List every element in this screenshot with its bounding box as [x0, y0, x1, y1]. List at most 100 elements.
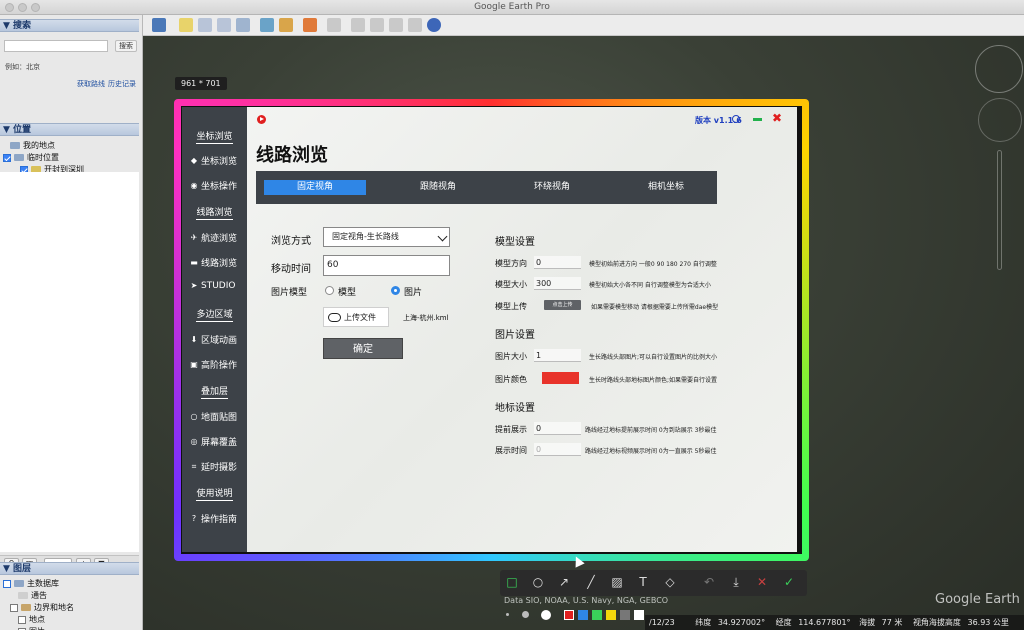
- places-checkbox[interactable]: [18, 615, 26, 624]
- email-icon[interactable]: [351, 18, 365, 32]
- maps-icon[interactable]: [408, 18, 422, 32]
- green-swatch[interactable]: [592, 610, 602, 620]
- radio-model[interactable]: [325, 286, 334, 295]
- search-example: 例如：北京: [5, 63, 40, 71]
- blue-swatch[interactable]: [578, 610, 588, 620]
- image-settings-title: 图片设置: [495, 330, 535, 341]
- advance-show-input[interactable]: 0: [534, 422, 581, 435]
- large-size-dot[interactable]: [541, 610, 551, 620]
- model-size-input[interactable]: 300: [534, 277, 581, 290]
- white-swatch[interactable]: [634, 610, 644, 620]
- sidebar-item-screen[interactable]: ◎ 屏幕覆盖: [190, 435, 238, 448]
- image-size-input[interactable]: 1: [534, 349, 581, 362]
- sidebar-item-track[interactable]: ✈ 航迹浏览: [190, 231, 237, 244]
- yellow-swatch[interactable]: [606, 610, 616, 620]
- download-icon[interactable]: ⤓: [729, 575, 743, 589]
- lat-label: 纬度: [695, 618, 712, 627]
- sidebar-item-studio[interactable]: ➤ STUDIO: [190, 281, 236, 291]
- view-tabs: 固定视角 跟随视角 环绕视角 相机坐标: [256, 171, 717, 204]
- medium-size-dot[interactable]: [522, 611, 529, 618]
- primary-db-checkbox[interactable]: [3, 579, 11, 588]
- look-around-icon[interactable]: [978, 98, 1022, 142]
- gray-swatch[interactable]: [620, 610, 630, 620]
- save-image-icon[interactable]: [389, 18, 403, 32]
- directions-link[interactable]: 获取路线: [77, 79, 105, 89]
- tree-layer-photos[interactable]: 图片: [18, 626, 45, 630]
- path-icon[interactable]: [217, 18, 231, 32]
- undo-icon[interactable]: ↶: [702, 575, 716, 589]
- tree-primary-db[interactable]: 主数据库: [3, 578, 59, 589]
- cancel-icon[interactable]: ✕: [755, 575, 769, 589]
- tab-fixed-view[interactable]: 固定视角: [264, 180, 366, 195]
- mosaic-icon[interactable]: ▨: [610, 575, 624, 589]
- sidebar-item-guide[interactable]: ? 操作指南: [190, 512, 237, 525]
- borders-checkbox[interactable]: [10, 603, 18, 612]
- search-header[interactable]: ▼ 搜索: [0, 19, 139, 32]
- small-size-dot[interactable]: [506, 613, 509, 616]
- close-icon[interactable]: ✖: [772, 112, 782, 124]
- image-color-desc: 生长时路线头部地标图片颜色;如果需要自行设置: [589, 377, 718, 384]
- tree-layer-notices[interactable]: 通告: [18, 590, 47, 601]
- zoom-slider[interactable]: [997, 150, 1002, 270]
- sidebar-item-timelapse[interactable]: ⌗ 延时摄影: [190, 460, 237, 473]
- model-upload-desc: 如果需要模型移动 请根据需要上传所需dae模型: [591, 304, 719, 311]
- confirm-button[interactable]: 确定: [323, 338, 403, 359]
- line-icon[interactable]: ╱: [584, 575, 598, 589]
- image-color-swatch[interactable]: [542, 372, 579, 384]
- show-time-input[interactable]: 0: [534, 443, 581, 456]
- temp-places-checkbox[interactable]: [3, 153, 11, 162]
- sidebar-item-ground[interactable]: ○ 地面贴图: [190, 410, 238, 423]
- polygon-icon[interactable]: [198, 18, 212, 32]
- tab-orbit-view[interactable]: 环绕视角: [501, 180, 603, 195]
- minimize-icon[interactable]: [753, 118, 762, 121]
- upload-file-button[interactable]: 上传文件: [323, 307, 389, 327]
- sun-icon[interactable]: [303, 18, 317, 32]
- search-button[interactable]: 搜索: [115, 40, 137, 52]
- tree-layer-borders[interactable]: 边界和地名: [10, 602, 74, 613]
- compass-icon[interactable]: [975, 45, 1023, 93]
- history-link[interactable]: 历史记录: [108, 79, 136, 89]
- tag-icon[interactable]: ◇: [663, 575, 677, 589]
- confirm-icon[interactable]: ✓: [782, 575, 796, 589]
- tab-follow-view[interactable]: 跟随视角: [387, 180, 489, 195]
- tree-my-places[interactable]: 我的地点: [10, 140, 55, 151]
- layers-header[interactable]: ▼ 图层: [0, 562, 139, 575]
- move-time-input[interactable]: 60: [323, 255, 450, 276]
- text-icon[interactable]: T: [636, 575, 650, 589]
- tree-temp-places[interactable]: 临时位置: [3, 152, 59, 163]
- google-earth-brand: Google Earth: [935, 592, 1020, 607]
- browse-mode-select[interactable]: 固定视角-生长路线: [323, 227, 450, 247]
- record-icon[interactable]: [257, 115, 266, 124]
- globe-icon[interactable]: [427, 18, 441, 32]
- sidebar-toggle-icon[interactable]: [152, 18, 166, 32]
- overlay-icon[interactable]: [236, 18, 250, 32]
- sidebar-group-coord: 坐标浏览: [196, 132, 233, 144]
- left-panel: ▼ 搜索 搜索 例如：北京 获取路线 历史记录 ▼ 位置 我的地点 临时位置 开…: [0, 15, 143, 630]
- radio-image[interactable]: [391, 286, 400, 295]
- sidebar-item-coord-op[interactable]: ◉ 坐标操作: [190, 179, 238, 192]
- tree-layer-places[interactable]: 地点: [18, 614, 45, 625]
- model-size-desc: 模型初始大小各不同 自行调整模型为合适大小: [589, 282, 711, 289]
- placemark-icon[interactable]: [179, 18, 193, 32]
- places-header[interactable]: ▼ 位置: [0, 123, 139, 136]
- print-icon[interactable]: [370, 18, 384, 32]
- info-icon[interactable]: [732, 115, 740, 123]
- history-icon[interactable]: [279, 18, 293, 32]
- alt-label: 海拔: [859, 618, 876, 627]
- annotation-toolbar: □ ○ ↗ ╱ ▨ T ◇ ↶ ⤓ ✕ ✓: [500, 570, 807, 596]
- ellipse-icon[interactable]: ○: [531, 575, 545, 589]
- ruler-icon[interactable]: [327, 18, 341, 32]
- tab-camera-coord[interactable]: 相机坐标: [615, 180, 717, 195]
- sidebar-item-route[interactable]: ▬ 线路浏览: [190, 256, 237, 269]
- search-input[interactable]: [4, 40, 108, 52]
- sidebar-item-area-anim[interactable]: ⬇ 区域动画: [190, 333, 237, 346]
- arrow-icon[interactable]: ↗: [557, 575, 571, 589]
- sidebar-item-advanced[interactable]: ▣ 高阶操作: [190, 358, 237, 371]
- model-upload-button[interactable]: 点击上传: [544, 300, 581, 310]
- rectangle-icon[interactable]: □: [505, 575, 519, 589]
- sidebar-item-coord-browse[interactable]: ◆ 坐标浏览: [190, 154, 237, 167]
- red-swatch[interactable]: [564, 610, 574, 620]
- tour-icon[interactable]: [260, 18, 274, 32]
- uploaded-file-name: 上海-杭州.kml: [403, 314, 449, 322]
- model-direction-input[interactable]: 0: [534, 256, 581, 269]
